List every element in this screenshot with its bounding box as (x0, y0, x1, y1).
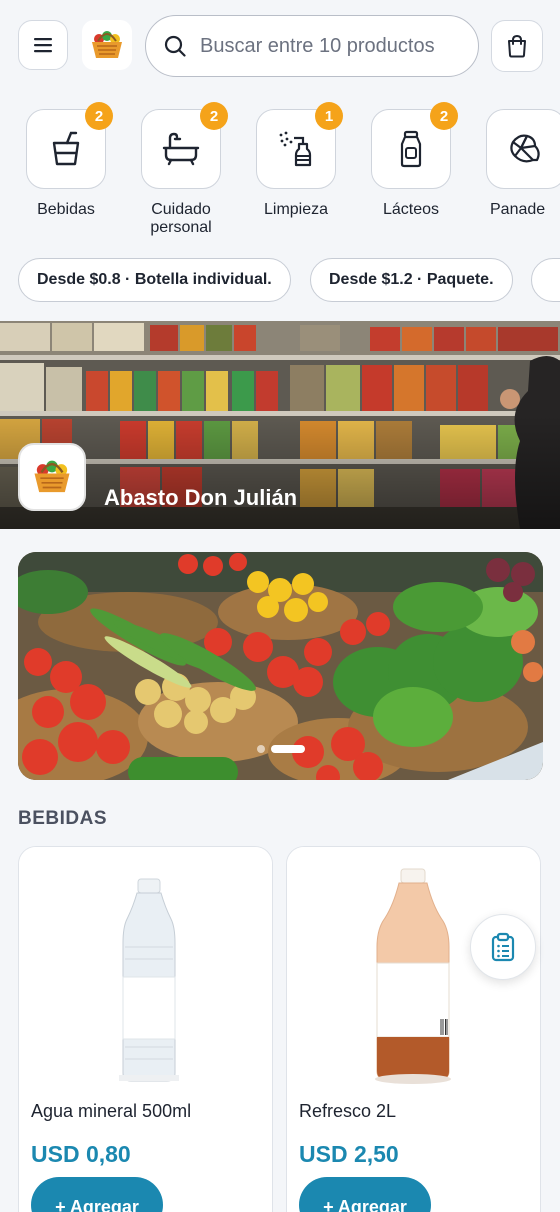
store-name: Abasto Don Julián (104, 485, 298, 510)
category-tile[interactable] (486, 109, 560, 189)
carousel-dot[interactable] (256, 745, 265, 753)
category-count-badge: 2 (85, 102, 113, 130)
product-name: Agua mineral 500ml (31, 1101, 192, 1121)
clipboard-list-icon (491, 932, 515, 962)
shopping-bag-icon (508, 34, 526, 58)
spray-bottle-icon (279, 131, 312, 167)
category-label: Lácteos (382, 201, 440, 218)
bathtub-icon (162, 132, 200, 166)
add-to-cart-button[interactable]: + Agregar (299, 1177, 431, 1212)
category-count-badge: 2 (430, 102, 458, 130)
product-card[interactable]: Refresco 2L USD 2,50 + Agregar (286, 846, 541, 1212)
search-bar[interactable] (145, 15, 479, 77)
category-limpieza[interactable]: 1 Limpieza (244, 100, 348, 219)
basket-logo-icon (92, 31, 122, 58)
carousel-indicator (18, 744, 543, 754)
store-logo-button[interactable] (82, 20, 132, 70)
product-name: Refresco 2L (299, 1101, 397, 1121)
price-chip[interactable]: Desde $0.8 · Botella individual. (18, 258, 291, 302)
milk-bottle-icon (400, 130, 422, 168)
section-title: BEBIDAS (18, 808, 108, 829)
search-icon (164, 35, 186, 57)
category-label: Bebidas (37, 201, 95, 218)
water-bottle-image (119, 878, 179, 1082)
search-input[interactable] (200, 34, 450, 58)
store-avatar (18, 443, 86, 511)
category-label: Cuidado personal (150, 201, 212, 236)
category-panaderia[interactable]: Panade (474, 100, 560, 219)
category-lacteos[interactable]: 2 Lácteos (359, 100, 463, 219)
hamburger-menu-icon (34, 38, 52, 53)
category-count-badge: 1 (315, 102, 343, 130)
category-tile[interactable]: 2 (141, 102, 228, 189)
shopping-list-fab[interactable] (470, 914, 536, 980)
product-image (19, 847, 272, 1087)
price-filter-chips: Desde $0.8 · Botella individual. Desde $… (0, 258, 560, 304)
category-tile[interactable]: 2 (26, 102, 113, 189)
category-count-badge: 2 (200, 102, 228, 130)
category-carousel: 2 Bebidas 2 Cuidado personal 1 Limpieza … (0, 100, 560, 250)
product-price: USD 0,80 (31, 1141, 131, 1167)
cart-button[interactable] (491, 20, 543, 72)
product-card[interactable]: Agua mineral 500ml USD 0,80 + Agregar (18, 846, 273, 1212)
store-banner: Abasto Don Julián (0, 321, 560, 529)
price-chip-partial[interactable] (531, 258, 560, 302)
category-tile[interactable]: 1 (256, 102, 343, 189)
product-price: USD 2,50 (299, 1141, 399, 1167)
category-label: Panade (490, 201, 546, 218)
category-label: Limpieza (263, 201, 329, 218)
top-bar (0, 0, 560, 96)
cup-icon (52, 131, 80, 166)
category-tile[interactable]: 2 (371, 102, 458, 189)
basket-logo-icon (34, 460, 70, 493)
croissant-icon (510, 134, 540, 163)
add-to-cart-button[interactable]: + Agregar (31, 1177, 163, 1212)
category-cuidado-personal[interactable]: 2 Cuidado personal (129, 100, 233, 237)
carousel-dot-active[interactable] (270, 745, 305, 753)
menu-button[interactable] (18, 20, 68, 70)
category-bebidas[interactable]: 2 Bebidas (14, 100, 118, 219)
promo-carousel[interactable] (18, 552, 543, 780)
price-chip[interactable]: Desde $1.2 · Paquete. (310, 258, 513, 302)
